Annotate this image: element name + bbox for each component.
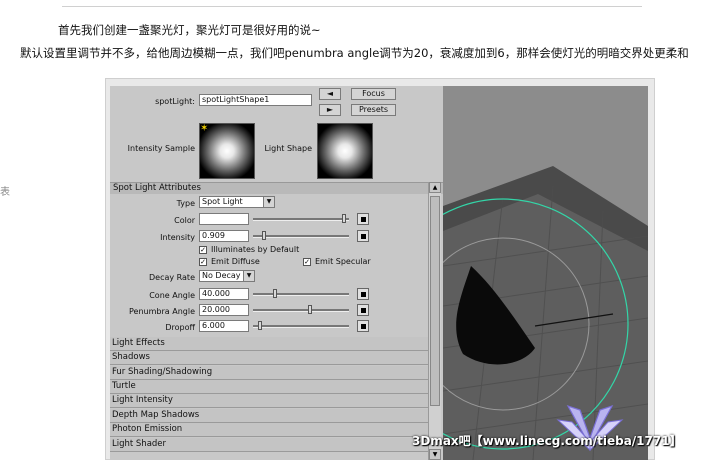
type-label: Type <box>176 199 195 208</box>
decay-rate-dropdown[interactable]: No Decay ▼ <box>199 270 255 282</box>
site-logo <box>550 398 630 460</box>
chevron-down-icon: ▼ <box>243 271 254 281</box>
penumbra-angle-label: Penumbra Angle <box>129 307 195 316</box>
section-depth-map-shadows[interactable]: Depth Map Shadows <box>110 409 428 423</box>
decay-rate-label: Decay Rate <box>148 273 195 282</box>
cone-angle-field[interactable]: 40.000 <box>199 288 249 300</box>
article-line-2: 默认设置里调节并不多，给他周边模糊一点，我们吧penumbra angle调节为… <box>20 46 689 60</box>
cone-angle-label: Cone Angle <box>149 291 195 300</box>
section-turtle[interactable]: Turtle <box>110 380 428 394</box>
illuminates-by-default-label: Illuminates by Default <box>211 245 300 254</box>
decay-rate-value: No Decay <box>202 271 241 280</box>
light-shape-swatch <box>317 123 373 179</box>
intensity-map-button[interactable] <box>357 230 369 242</box>
emit-specular-checkbox[interactable]: ✓ <box>303 258 311 266</box>
light-shape-label: Light Shape <box>264 144 312 153</box>
chevron-down-icon: ▼ <box>263 197 274 207</box>
dropoff-label: Dropoff <box>165 323 195 332</box>
light-icon: ✶ <box>200 123 209 134</box>
goto-input-button[interactable]: ◄ <box>319 88 341 100</box>
spotlight-label: spotLight: <box>155 97 195 106</box>
arrow-right-icon: ► <box>326 105 334 114</box>
wings-logo-icon <box>556 404 624 452</box>
intensity-slider[interactable] <box>253 230 349 242</box>
watermark-text: 3Dmax吧【www.linecg.com/tieba/1771】 <box>412 434 682 448</box>
intensity-field[interactable]: 0.909 <box>199 230 249 242</box>
attribute-scrollbar[interactable]: ▲ ▼ <box>428 182 441 460</box>
goto-output-button[interactable]: ► <box>319 104 341 116</box>
color-map-button[interactable] <box>357 213 369 225</box>
scroll-up-icon[interactable]: ▲ <box>429 182 441 193</box>
dropoff-field[interactable]: 6.000 <box>199 320 249 332</box>
cone-angle-map-button[interactable] <box>357 288 369 300</box>
attribute-editor-panel: spotLight: spotLightShape1 ◄ Focus ► Pre… <box>110 86 443 460</box>
penumbra-angle-slider[interactable] <box>253 304 349 316</box>
dropoff-slider[interactable] <box>253 320 349 332</box>
section-light-intensity[interactable]: Light Intensity <box>110 394 428 408</box>
section-photon-emission[interactable]: Photon Emission <box>110 423 428 437</box>
emit-diffuse-label: Emit Diffuse <box>211 257 260 266</box>
section-light-shader[interactable]: Light Shader <box>110 438 428 452</box>
dropoff-map-button[interactable] <box>357 320 369 332</box>
emit-diffuse-checkbox[interactable]: ✓ <box>199 258 207 266</box>
section-light-effects[interactable]: Light Effects <box>110 337 428 351</box>
emit-specular-label: Emit Specular <box>315 257 371 266</box>
article-line-1: 首先我们创建一盏聚光灯，聚光灯可是很好用的说~ <box>58 23 321 37</box>
type-value: Spot Light <box>202 197 243 206</box>
penumbra-angle-field[interactable]: 20.000 <box>199 304 249 316</box>
intensity-label: Intensity <box>160 233 195 242</box>
color-label: Color <box>174 216 195 225</box>
section-fur-shading[interactable]: Fur Shading/Shadowing <box>110 366 428 380</box>
section-shadows[interactable]: Shadows <box>110 351 428 365</box>
color-swatch[interactable] <box>199 213 249 225</box>
focus-button[interactable]: Focus <box>351 88 396 100</box>
intensity-sample-label: Intensity Sample <box>127 144 195 153</box>
page-top-divider <box>62 0 642 7</box>
presets-button[interactable]: Presets <box>351 104 396 116</box>
arrow-left-icon: ◄ <box>326 89 334 98</box>
scrollbar-thumb[interactable] <box>430 196 440 406</box>
color-slider[interactable] <box>253 213 349 225</box>
type-dropdown[interactable]: Spot Light ▼ <box>199 196 275 208</box>
spot-light-attributes-header[interactable]: Spot Light Attributes <box>110 182 443 194</box>
spotlight-name-field[interactable]: spotLightShape1 <box>199 94 312 106</box>
scroll-down-icon[interactable]: ▼ <box>429 449 441 460</box>
penumbra-angle-map-button[interactable] <box>357 304 369 316</box>
cone-angle-slider[interactable] <box>253 288 349 300</box>
edge-character: 表 <box>0 187 10 198</box>
illuminates-by-default-checkbox[interactable]: ✓ <box>199 246 207 254</box>
